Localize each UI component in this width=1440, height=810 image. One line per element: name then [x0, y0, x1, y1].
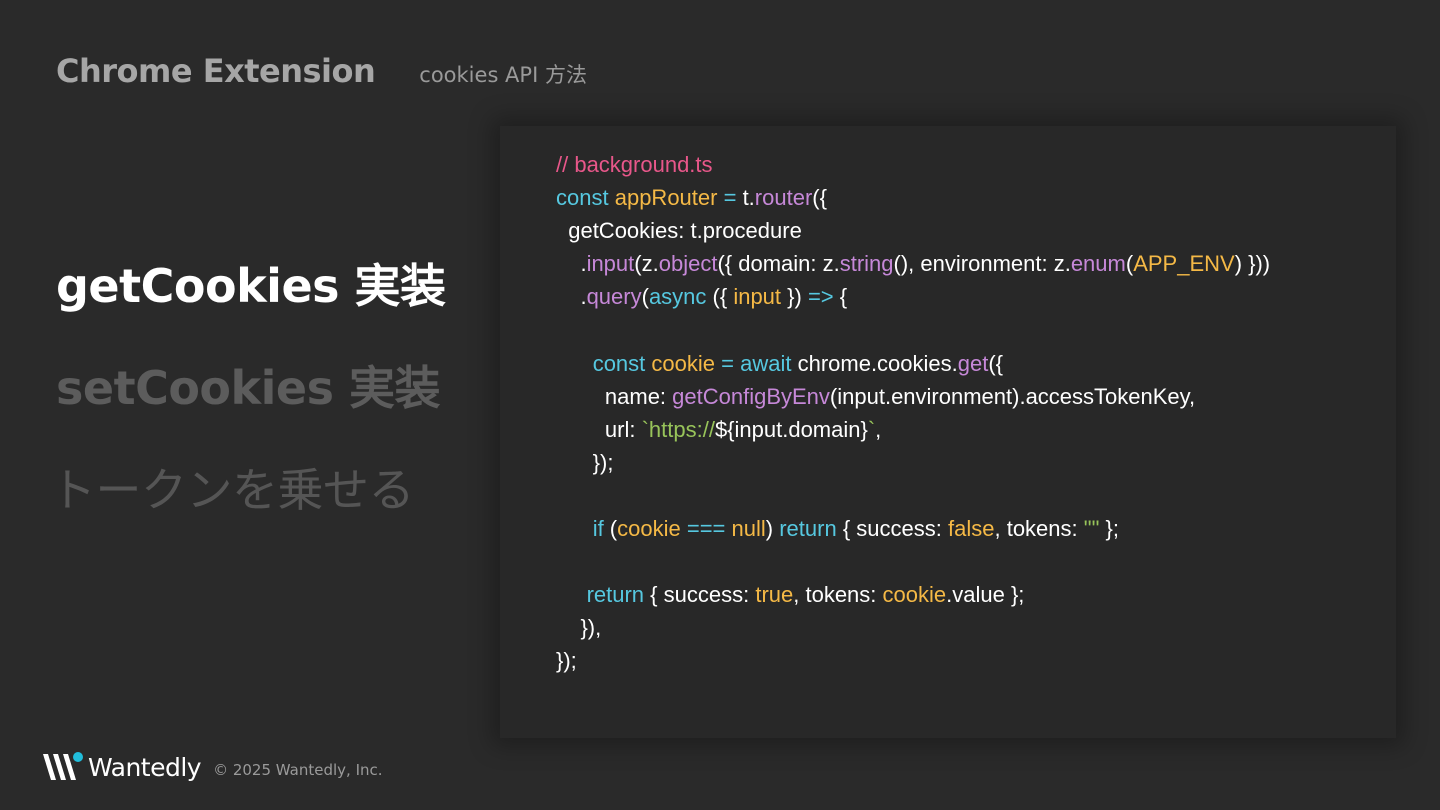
topic-item-setcookies: setCookies 実装 — [56, 361, 440, 415]
slide-title: Chrome Extension — [56, 52, 376, 90]
code-line: return { success: true, tokens: cookie.v… — [586, 582, 1025, 608]
topic-item-token: トークンを乗せる — [50, 463, 414, 517]
code-line: getCookies: t.procedure — [556, 218, 802, 244]
code-line: .query(async ({ input }) => { — [556, 284, 848, 310]
slide-header: Chrome Extension cookies API 方法 — [56, 52, 587, 100]
code-panel: // background.ts const appRouter = t.rout… — [500, 126, 1396, 738]
topic-item-getcookies: getCookies 実装 — [56, 259, 446, 313]
brand-name: Wantedly — [88, 752, 202, 782]
code-line: if (cookie === null) return { success: f… — [592, 516, 1119, 542]
code-line: }), — [556, 615, 602, 641]
code-line: name: getConfigByEnv(input.environment).… — [556, 383, 1196, 409]
wantedly-logo-icon — [43, 752, 83, 780]
code-line: // background.ts — [556, 152, 713, 177]
code-block: // background.ts const appRouter = t.rout… — [556, 148, 1270, 678]
code-line: .input(z.object({ domain: z.string(), en… — [556, 251, 1271, 277]
slide-subtitle: cookies API 方法 — [419, 63, 587, 87]
copyright-text: © 2025 Wantedly, Inc. — [213, 761, 383, 779]
code-line: }); — [556, 449, 614, 475]
code-line: const cookie = await chrome.cookies.get(… — [592, 350, 1004, 376]
topic-list: getCookies 実装 setCookies 実装 トークンを乗せる — [50, 250, 446, 556]
code-line: url: `https://${input.domain}`, — [556, 416, 882, 442]
code-line: }); — [556, 648, 577, 674]
code-line: const appRouter = t.router({ — [556, 185, 827, 211]
footer: Wantedly © 2025 Wantedly, Inc. — [42, 750, 383, 784]
